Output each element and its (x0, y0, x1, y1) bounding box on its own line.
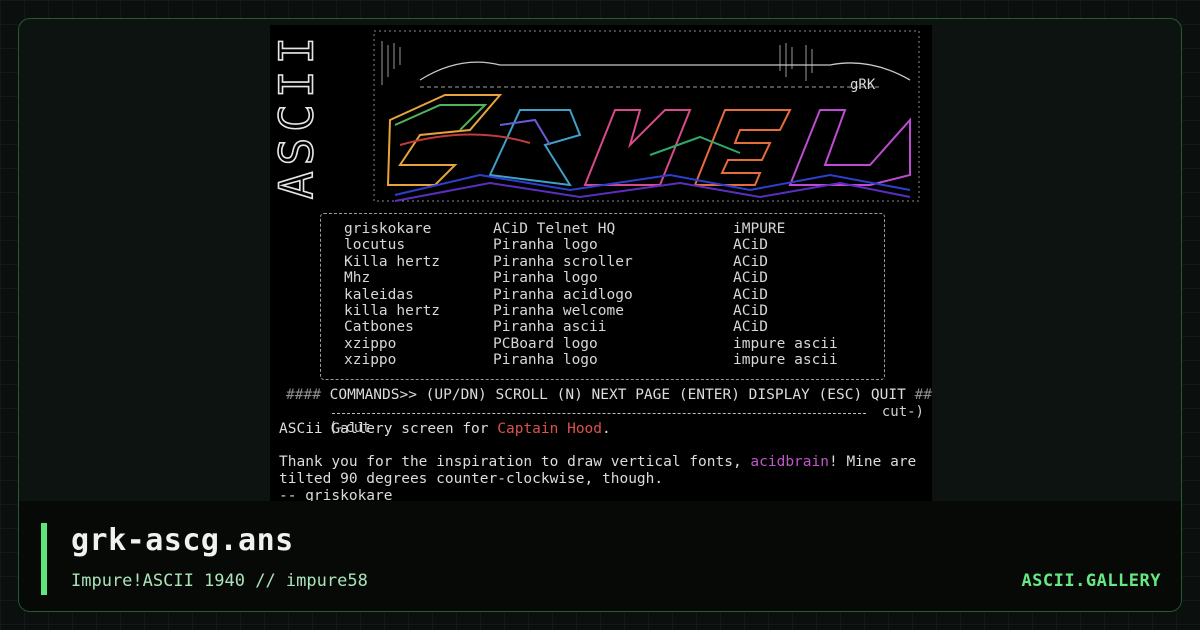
credit-artist: kaleidas (344, 286, 414, 303)
credit-group: ACiD (733, 302, 768, 319)
credit-work: Piranha ascii (493, 319, 607, 336)
credit-artist: Killa hertz (344, 253, 441, 270)
credit-artist: killa hertz (344, 302, 441, 319)
credits-list: griskokare ACiD Telnet HQ iMPURE locutus Pir… (344, 221, 864, 369)
credit-row: Catbones Piranha ascii ACiD (344, 319, 864, 335)
pack-subtitle: Impure!ASCII 1940 // impure58 (71, 571, 368, 591)
dedicated-name: Captain Hood (497, 421, 603, 437)
credit-work: Piranha logo (493, 270, 598, 287)
vertical-ascii-text: ASCII (270, 30, 324, 200)
footer-accent-bar (41, 523, 47, 595)
ansi-terminal-screen: ASCII gRK griskokare ACiD Telnet HQ iMPU… (270, 25, 932, 505)
credit-artist: griskokare (344, 221, 432, 237)
cut-right-label: cut-) (881, 404, 924, 420)
credit-row: kaleidas Piranha acidlogo ACiD (344, 287, 864, 303)
logo-letters (386, 94, 911, 187)
cut-dashed-line (332, 413, 866, 414)
credit-row: Mhz Piranha logo ACiD (344, 270, 864, 286)
logo-top-ticks (381, 41, 813, 85)
credit-work: Piranha acidlogo (493, 286, 633, 303)
credit-row: Killa hertz Piranha scroller ACiD (344, 254, 864, 270)
command-bar-text: COMMANDS>> (UP/DN) SCROLL (N) NEXT PAGE … (329, 387, 906, 403)
command-bar-hash-right: #### (914, 387, 932, 403)
logo-outline-top (419, 61, 911, 81)
credit-group: ACiD (733, 237, 768, 254)
footer-bar: grk-ascg.ans Impure!ASCII 1940 // impure… (19, 501, 1181, 611)
credit-row: xzippo Piranha logo impure ascii (344, 352, 864, 368)
message-line-1-text: ASCii Gallery screen for (279, 421, 498, 437)
command-bar: #### COMMANDS>> (UP/DN) SCROLL (N) NEXT … (286, 387, 932, 403)
credit-group: ACiD (733, 319, 768, 336)
preview-card: ASCII gRK griskokare ACiD Telnet HQ iMPU… (18, 18, 1182, 612)
credit-artist: xzippo (344, 352, 397, 369)
message-line-2-text: Thank you for the inspiration to draw ve… (279, 454, 751, 470)
credit-artist: Catbones (344, 319, 414, 336)
credit-group: ACiD (733, 270, 768, 287)
credit-row: griskokare ACiD Telnet HQ iMPURE (344, 221, 864, 237)
credit-work: ACiD Telnet HQ (493, 221, 616, 237)
credit-group: impure ascii (733, 352, 838, 369)
vertical-ascii-label: ASCII (270, 31, 324, 199)
message-line-2-suffix: ! Mine are (828, 454, 917, 470)
artist-tag: gRK (850, 77, 876, 93)
message-line-3: tilted 90 degrees counter-clockwise, tho… (279, 471, 664, 487)
credit-group: ACiD (733, 286, 768, 303)
credit-work: PCBoard logo (493, 335, 598, 352)
credit-row: killa hertz Piranha welcome ACiD (344, 303, 864, 319)
ascii-logo-art: ASCII gRK (270, 30, 920, 202)
credit-group: impure ascii (733, 335, 838, 352)
message-line-1-suffix: . (602, 421, 611, 437)
credit-work: Piranha scroller (493, 253, 633, 270)
inspiration-name: acidbrain (750, 454, 829, 470)
credit-group: iMPURE (733, 221, 786, 237)
message-line-1: ASCii Gallery screen for Captain Hood. (279, 421, 611, 437)
credit-artist: xzippo (344, 335, 397, 352)
credit-work: Piranha logo (493, 352, 598, 369)
file-title: grk-ascg.ans (71, 523, 294, 558)
credit-row: xzippo PCBoard logo impure ascii (344, 336, 864, 352)
credit-group: ACiD (733, 253, 768, 270)
command-bar-hash-left: #### (286, 387, 321, 403)
credit-artist: Mhz (344, 270, 371, 287)
credit-artist: locutus (344, 237, 406, 254)
credit-row: locutus Piranha logo ACiD (344, 237, 864, 253)
site-brand[interactable]: ASCII.GALLERY (1021, 571, 1161, 591)
credit-work: Piranha welcome (493, 302, 624, 319)
credit-work: Piranha logo (493, 237, 598, 254)
message-line-2: Thank you for the inspiration to draw ve… (279, 454, 916, 470)
